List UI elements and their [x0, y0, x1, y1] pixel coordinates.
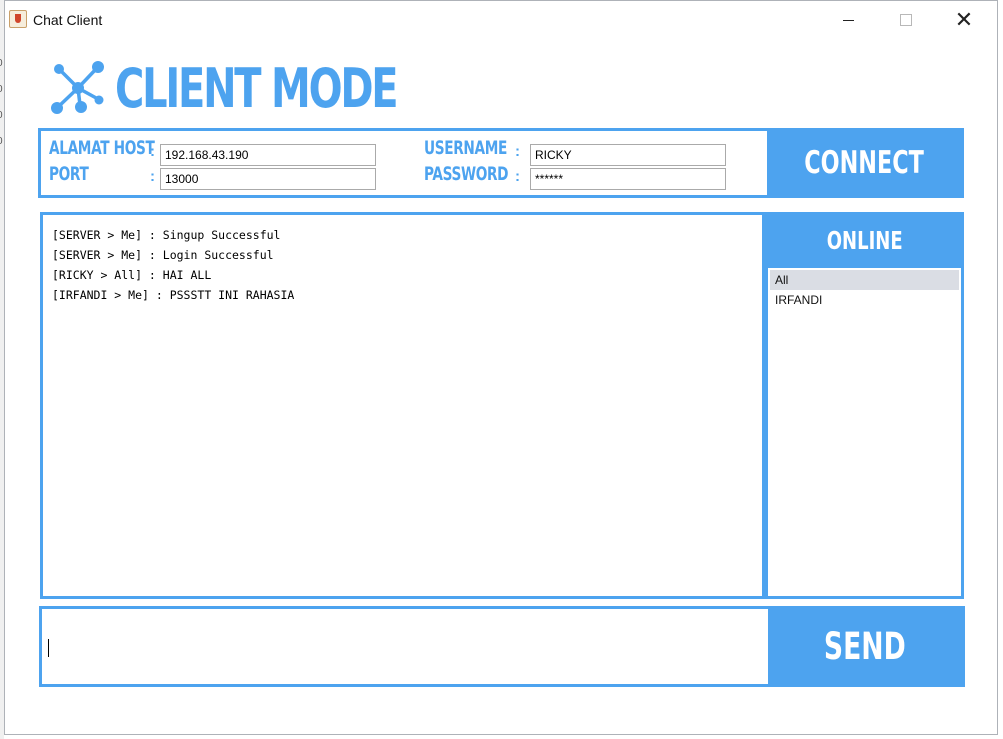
online-header: ONLINE — [768, 215, 961, 265]
chat-log-panel[interactable]: [SERVER > Me] : Singup Successful [SERVE… — [40, 212, 765, 599]
chat-log: [SERVER > Me] : Singup Successful [SERVE… — [52, 225, 294, 305]
title-bar[interactable]: Chat Client ✕ — [5, 1, 997, 39]
window-title: Chat Client — [33, 12, 103, 28]
page-title: CLIENT MODE — [115, 56, 399, 120]
maximize-button[interactable] — [883, 5, 929, 35]
host-input[interactable] — [160, 144, 376, 166]
port-input[interactable] — [160, 168, 376, 190]
connection-panel: ALAMAT HOST PORT : : USERNAME PASSWORD :… — [38, 128, 964, 198]
host-separator: : — [150, 143, 155, 160]
connect-button[interactable]: CONNECT — [767, 131, 961, 195]
chat-client-window: Chat Client ✕ CLIENT MODE ALAMAT HOST PO… — [4, 0, 998, 735]
online-user-list[interactable]: All IRFANDI — [768, 265, 961, 596]
minimize-button[interactable] — [825, 5, 871, 35]
host-label: ALAMAT HOST — [49, 137, 155, 159]
chat-message: [IRFANDI > Me] : PSSSTT INI RAHASIA — [52, 288, 295, 302]
app-header: CLIENT MODE — [49, 55, 495, 121]
user-list-item-all[interactable]: All — [770, 270, 959, 290]
send-button[interactable]: SEND — [768, 609, 962, 684]
network-nodes-icon — [51, 61, 104, 114]
password-input[interactable] — [530, 168, 726, 190]
java-cup-icon — [9, 10, 27, 28]
password-label: PASSWORD — [424, 163, 509, 185]
chat-message: [SERVER > Me] : Login Successful — [52, 248, 274, 262]
chat-message: [SERVER > Me] : Singup Successful — [52, 228, 281, 242]
port-separator: : — [150, 168, 155, 185]
chat-message: [RICKY > All] : HAI ALL — [52, 268, 212, 282]
message-input[interactable] — [46, 612, 766, 682]
user-list-item-irfandi[interactable]: IRFANDI — [770, 290, 959, 310]
text-caret — [48, 639, 49, 657]
online-users-panel: ONLINE All IRFANDI — [765, 212, 964, 599]
connect-button-label: CONNECT — [804, 145, 924, 181]
port-label: PORT — [49, 163, 89, 185]
username-label: USERNAME — [424, 137, 507, 159]
send-button-label: SEND — [824, 625, 906, 668]
online-title: ONLINE — [826, 225, 903, 255]
username-input[interactable] — [530, 144, 726, 166]
compose-panel: SEND — [39, 606, 965, 687]
close-button[interactable]: ✕ — [941, 5, 987, 35]
username-separator: : — [515, 143, 520, 160]
password-separator: : — [515, 168, 520, 185]
